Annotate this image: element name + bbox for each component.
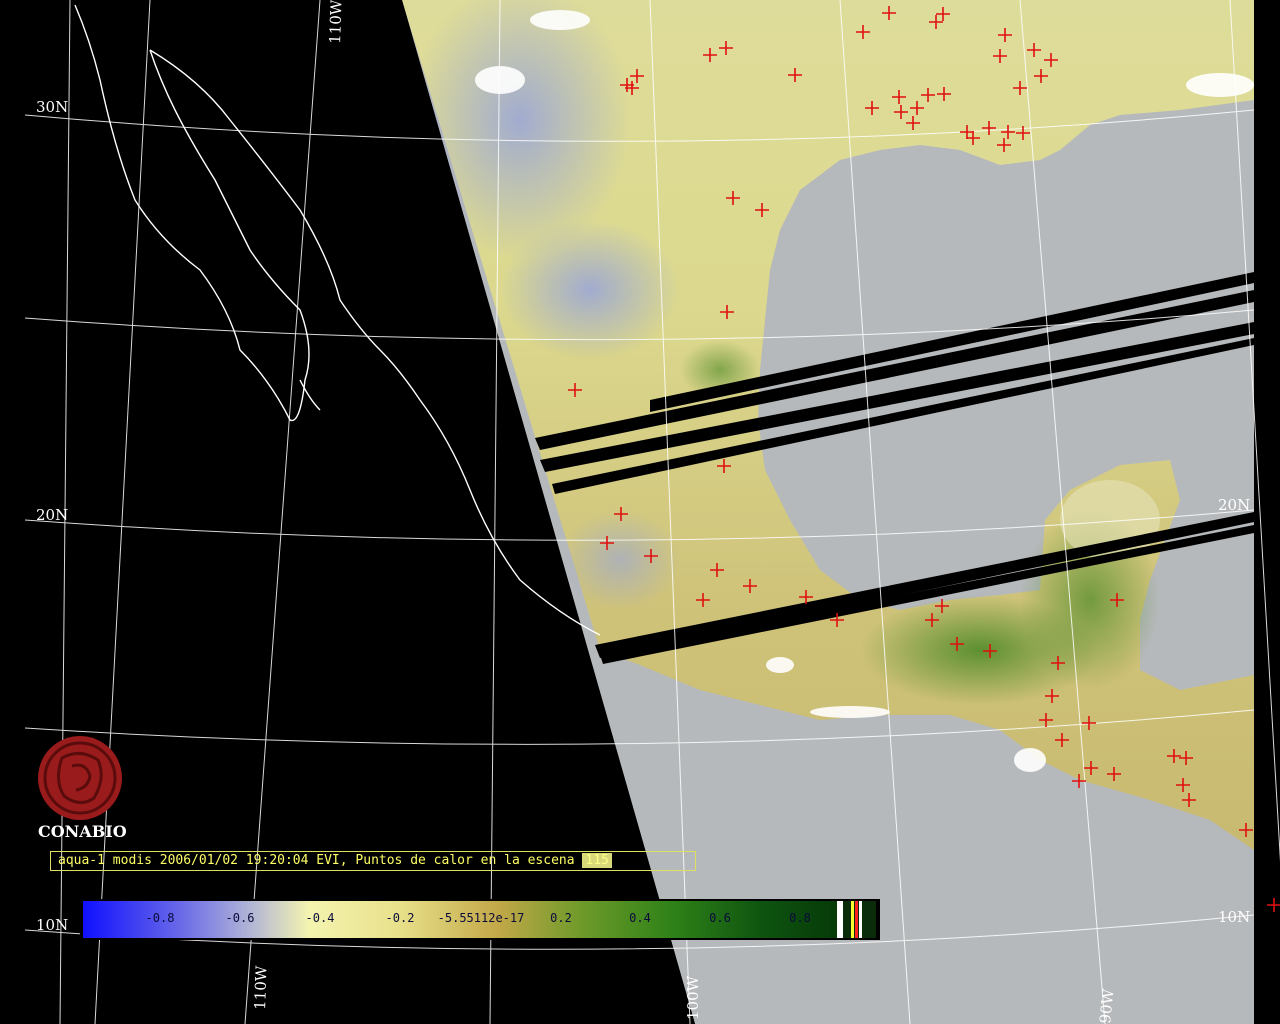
colorbar-label: 0.6 <box>709 911 731 925</box>
lon-label-100w: 100W <box>684 975 702 1020</box>
hotspot-count: 115 <box>582 853 612 868</box>
lat-label-20n: 20N <box>36 506 68 524</box>
lat-label-30n: 30N <box>36 98 68 116</box>
colorbar-label: -0.6 <box>225 911 255 925</box>
scene-caption: aqua-1 modis 2006/01/02 19:20:04 EVI, Pu… <box>50 851 696 871</box>
colorbar-label: 0.8 <box>789 911 811 925</box>
conabio-logo-text: CONABIO <box>38 822 127 841</box>
lat-label-10n: 10N <box>36 916 68 934</box>
lat-label-10n-right: 10N <box>1218 908 1250 926</box>
lon-label-110w-top: 110W <box>326 0 346 44</box>
caption-text: aqua-1 modis 2006/01/02 19:20:04 EVI, Pu… <box>58 853 583 868</box>
lat-label-20n-right: 20N <box>1218 496 1250 514</box>
colorbar-label: 0.2 <box>550 911 572 925</box>
lon-label-90w: 90W <box>1096 988 1118 1024</box>
colorbar-label: 0.4 <box>629 911 651 925</box>
colorbar-label: -5.55112e-17 <box>437 911 525 925</box>
lon-label-110w-bottom: 110W <box>251 965 271 1010</box>
colorbar-label: -0.2 <box>385 911 415 925</box>
sparse-vegetation-zone <box>560 510 680 610</box>
hotspot-marker <box>1267 898 1280 912</box>
conabio-logo-icon <box>38 736 122 820</box>
colorbar-label: -0.4 <box>305 911 335 925</box>
colorbar-label: -0.8 <box>145 911 175 925</box>
